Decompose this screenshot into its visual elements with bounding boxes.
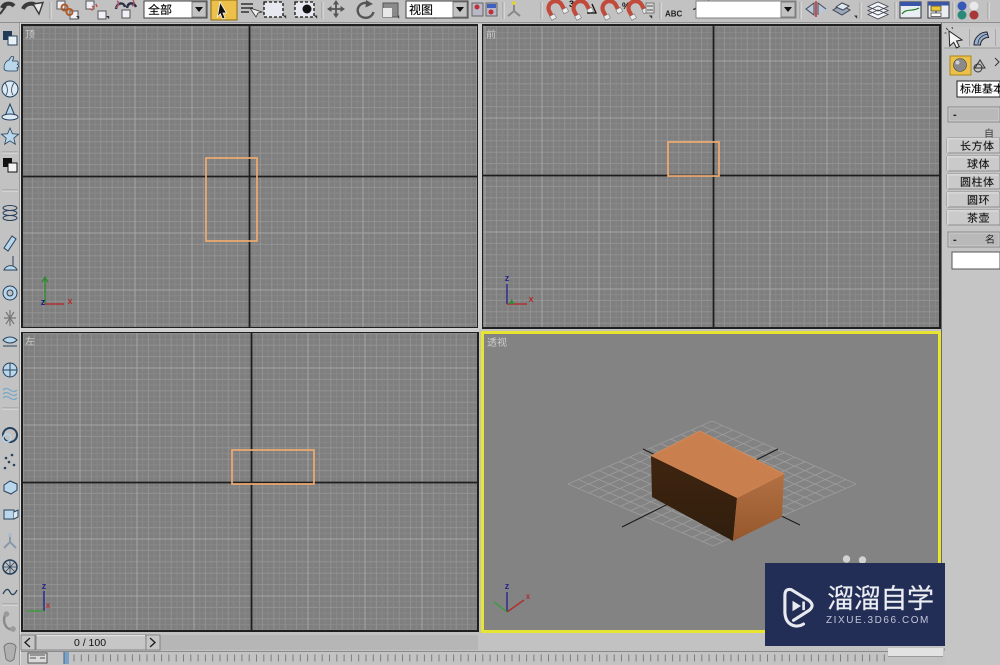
svg-text:x: x: [526, 592, 531, 601]
svg-text:z: z: [42, 581, 47, 591]
svg-text:z: z: [505, 581, 510, 591]
svg-text:z: z: [41, 297, 46, 307]
svg-text:0 / 100: 0 / 100: [74, 637, 106, 649]
svg-text:x: x: [528, 294, 533, 304]
svg-text:z: z: [505, 273, 510, 283]
svg-text:ZIXUE.3D66.COM: ZIXUE.3D66.COM: [826, 615, 930, 626]
svg-text:ABC: ABC: [665, 10, 683, 19]
svg-text:x: x: [67, 296, 72, 306]
svg-text:x: x: [46, 601, 51, 610]
svg-text:-: -: [953, 109, 957, 121]
svg-text:-: -: [953, 234, 957, 246]
